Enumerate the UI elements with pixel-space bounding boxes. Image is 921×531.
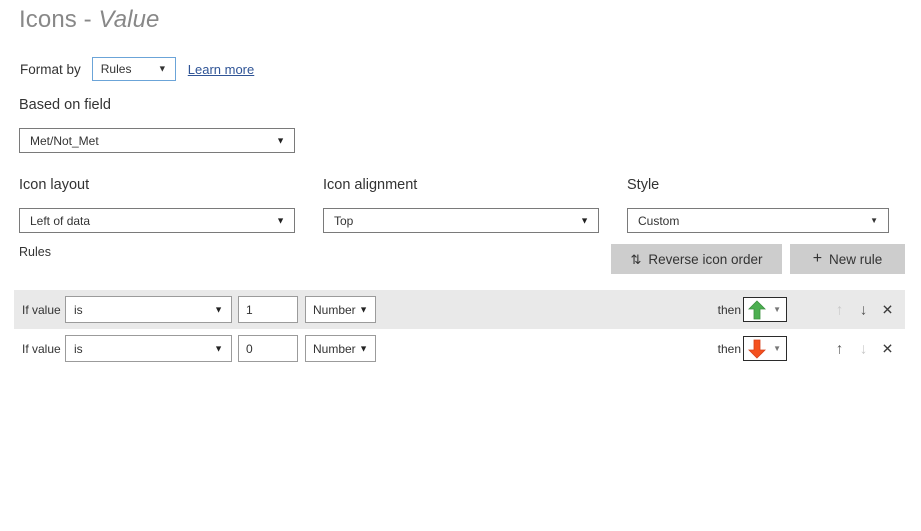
new-rule-button[interactable]: + New rule xyxy=(790,244,905,274)
reverse-icon-order-label: Reverse icon order xyxy=(648,251,763,267)
rule-unit-select[interactable]: Number ▼ xyxy=(305,335,376,362)
rule-operator-select[interactable]: is ▼ xyxy=(65,335,232,362)
icon-layout-select[interactable]: Left of data ▼ xyxy=(19,208,295,233)
then-label: then xyxy=(717,302,741,317)
row-actions: ↑ ↓ ✕ xyxy=(833,302,894,317)
learn-more-link[interactable]: Learn more xyxy=(188,62,254,77)
new-rule-label: New rule xyxy=(829,251,883,267)
style-select[interactable]: Custom ▼ xyxy=(627,208,889,233)
icon-alignment-value: Top xyxy=(334,213,354,228)
arrow-down-red-icon xyxy=(748,339,766,359)
chevron-down-icon: ▼ xyxy=(773,343,781,353)
move-down-icon[interactable]: ↓ xyxy=(857,302,870,317)
format-by-select[interactable]: Rules ▼ xyxy=(91,57,176,81)
rule-operator-value: is xyxy=(74,302,83,317)
based-on-field-label: Based on field xyxy=(19,97,111,113)
close-icon[interactable]: ✕ xyxy=(881,342,894,356)
format-by-row: Format by Rules ▼ Learn more xyxy=(20,57,254,81)
rule-unit-value: Number xyxy=(313,302,356,317)
swap-vertical-icon: ⇅ xyxy=(630,251,642,267)
icon-alignment-label: Icon alignment xyxy=(323,177,418,193)
style-value: Custom xyxy=(638,213,680,228)
row-actions: ↑ ↓ ✕ xyxy=(833,341,894,356)
move-up-icon: ↑ xyxy=(835,301,844,318)
icon-layout-label: Icon layout xyxy=(19,177,90,193)
chevron-down-icon: ▼ xyxy=(773,304,781,314)
plus-icon: + xyxy=(812,250,823,267)
based-on-field-value: Met/Not_Met xyxy=(30,133,99,148)
chevron-down-icon: ▼ xyxy=(580,215,589,225)
rule-icon-picker[interactable]: ▼ xyxy=(743,336,787,361)
chevron-down-icon: ▼ xyxy=(870,215,878,225)
style-label: Style xyxy=(627,177,660,193)
icon-alignment-select[interactable]: Top ▼ xyxy=(323,208,599,233)
based-on-field-select[interactable]: Met/Not_Met ▼ xyxy=(19,128,295,153)
chevron-down-icon: ▼ xyxy=(214,304,223,314)
arrow-up-green-icon xyxy=(748,299,766,319)
table-row: If value is ▼ Number ▼ then ▼ ↑ ↓ ✕ xyxy=(14,329,905,368)
chevron-down-icon: ▼ xyxy=(359,304,368,314)
page-title-prefix: Icons - xyxy=(19,6,99,33)
rules-label: Rules xyxy=(19,245,51,259)
format-by-value: Rules xyxy=(100,62,132,76)
chevron-down-icon: ▼ xyxy=(157,63,167,74)
table-row: If value is ▼ Number ▼ then ▼ ↑ ↓ ✕ xyxy=(14,290,905,329)
then-label: then xyxy=(717,341,741,356)
chevron-down-icon: ▼ xyxy=(359,343,368,353)
rule-icon-picker[interactable]: ▼ xyxy=(743,297,787,322)
chevron-down-icon: ▼ xyxy=(276,135,285,145)
rule-value-input[interactable] xyxy=(238,296,298,323)
page-title: Icons - Value xyxy=(19,6,160,34)
move-down-icon: ↓ xyxy=(859,340,868,357)
chevron-down-icon: ▼ xyxy=(276,215,285,225)
rule-operator-value: is xyxy=(74,341,83,356)
page-title-value: Value xyxy=(98,6,160,33)
move-up-icon[interactable]: ↑ xyxy=(833,341,846,356)
rule-unit-value: Number xyxy=(313,341,356,356)
if-value-label: If value xyxy=(22,341,61,356)
format-by-label: Format by xyxy=(20,61,81,77)
reverse-icon-order-button[interactable]: ⇅ Reverse icon order xyxy=(611,244,782,274)
chevron-down-icon: ▼ xyxy=(214,343,223,353)
if-value-label: If value xyxy=(22,302,61,317)
close-icon[interactable]: ✕ xyxy=(881,303,894,317)
rule-operator-select[interactable]: is ▼ xyxy=(65,296,232,323)
rule-unit-select[interactable]: Number ▼ xyxy=(305,296,376,323)
rule-value-input[interactable] xyxy=(238,335,298,362)
icon-layout-value: Left of data xyxy=(30,213,91,228)
